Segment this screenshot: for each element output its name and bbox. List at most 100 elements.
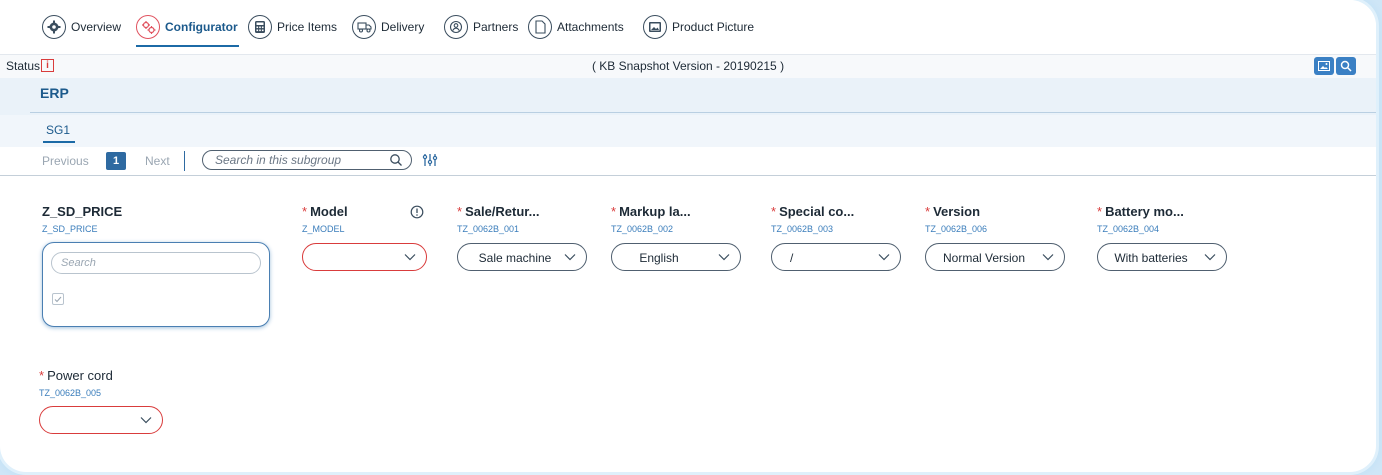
tab-attachments[interactable]: Attachments [528,13,624,41]
tab-label: Configurator [165,20,238,34]
search-placeholder: Search in this subgroup [215,153,342,167]
page-number[interactable]: 1 [106,152,126,170]
tab-label: Product Picture [672,20,755,34]
field-label: Version [933,204,981,219]
dropdown-value: Normal Version [942,251,1026,265]
dropdown-value: Sale machine [478,251,552,265]
divider [184,151,185,171]
partners-icon [444,15,468,39]
field-markup-language: * Markup la... TZ_0062B_002 [611,204,691,234]
chevron-down-icon [718,254,730,261]
field-label: Model [310,204,348,219]
listbox-search-input[interactable]: Search [51,252,261,274]
battery-mode-dropdown[interactable]: With batteries [1097,243,1227,271]
picture-icon [643,15,667,39]
required-marker: * [1097,204,1103,219]
field-label: Battery mo... [1105,204,1184,219]
chevron-down-icon [1204,254,1216,261]
document-icon [528,15,552,39]
next-button[interactable]: Next [145,154,170,168]
field-tech-name: TZ_0062B_004 [1097,224,1160,234]
z-sd-price-listbox: Search [42,242,270,327]
snapshot-version: ( KB Snapshot Version - 20190215 ) [591,59,785,73]
field-model: * Model Z_MODEL [302,204,348,234]
warning-icon[interactable] [410,205,424,219]
field-tech-name: TZ_0062B_003 [771,224,834,234]
dropdown-value: English [639,251,679,265]
active-tab-indicator [136,45,239,47]
tab-label: Attachments [557,20,624,34]
sale-return-dropdown[interactable]: Sale machine [457,243,587,271]
tab-overview[interactable]: Overview [42,13,121,41]
calculator-icon [248,15,272,39]
field-version: * Version TZ_0062B_006 [925,204,987,234]
model-dropdown[interactable] [302,243,427,271]
tab-configurator[interactable]: Configurator [136,13,238,41]
field-tech-name: Z_SD_PRICE [42,224,98,234]
field-battery-mode: * Battery mo... TZ_0062B_004 [1097,204,1184,234]
field-power-cord: * Power cord TZ_0062B_005 [39,368,113,398]
group-title[interactable]: ERP [40,85,69,101]
required-marker: * [39,368,45,383]
field-tech-name: TZ_0062B_001 [457,224,520,234]
truck-icon [352,15,376,39]
tab-product-picture[interactable]: Product Picture [643,13,754,41]
search-button[interactable] [1336,57,1356,75]
field-z-sd-price: Z_SD_PRICE Z_SD_PRICE [42,204,122,234]
pager-bar: Previous 1 Next Search in this subgroup [0,147,1376,176]
required-marker: * [771,204,777,219]
field-tech-name: TZ_0062B_005 [39,388,102,398]
gear-icon [42,15,66,39]
dropdown-value: With batteries [1114,251,1188,265]
configurator-window: Overview Configurator Price Items Delive… [0,0,1376,472]
markup-language-dropdown[interactable]: English [611,243,741,271]
field-label: Markup la... [619,204,691,219]
field-label: Power cord [47,368,113,383]
subgroup-header: SG1 [0,115,1376,148]
field-tech-name: TZ_0062B_002 [611,224,674,234]
required-marker: * [611,204,617,219]
chevron-down-icon [1042,254,1054,261]
divider [30,112,1376,113]
power-cord-dropdown[interactable] [39,406,163,434]
previous-button[interactable]: Previous [42,154,89,168]
version-dropdown[interactable]: Normal Version [925,243,1065,271]
required-marker: * [925,204,931,219]
tab-price-items[interactable]: Price Items [248,13,337,41]
search-icon [1340,60,1352,72]
field-label: Special co... [779,204,855,219]
tab-delivery[interactable]: Delivery [352,13,424,41]
check-icon [54,296,62,302]
chevron-down-icon [404,254,416,261]
configurator-icon [136,15,160,39]
special-code-dropdown[interactable]: / [771,243,901,271]
field-special-code: * Special co... TZ_0062B_003 [771,204,854,234]
chevron-down-icon [564,254,576,261]
tab-label: Overview [71,20,122,34]
field-tech-name: TZ_0062B_006 [925,224,988,234]
filter-settings-icon[interactable] [422,153,438,167]
subgroup-tab-sg1[interactable]: SG1 [46,123,70,137]
subgroup-indicator [43,141,75,143]
chevron-down-icon [878,254,890,261]
chevron-down-icon [140,417,152,424]
tab-label: Delivery [381,20,425,34]
required-marker: * [302,204,308,219]
status-bar: Status i ( KB Snapshot Version - 2019021… [0,54,1376,79]
tab-label: Price Items [277,20,338,34]
dropdown-value: / [790,251,794,265]
field-sale-return: * Sale/Retur... TZ_0062B_001 [457,204,539,234]
field-tech-name: Z_MODEL [302,224,345,234]
group-header: ERP [0,78,1376,116]
required-marker: * [457,204,463,219]
subgroup-search-input[interactable]: Search in this subgroup [202,150,412,170]
search-icon [390,154,402,166]
tab-partners[interactable]: Partners [444,13,518,41]
picture-icon [1318,61,1330,71]
picture-button[interactable] [1314,57,1334,75]
field-label: Z_SD_PRICE [42,204,123,219]
field-label: Sale/Retur... [465,204,540,219]
tab-label: Partners [473,20,519,34]
listbox-checkbox[interactable] [52,293,64,305]
tab-bar: Overview Configurator Price Items Delive… [0,0,1376,52]
